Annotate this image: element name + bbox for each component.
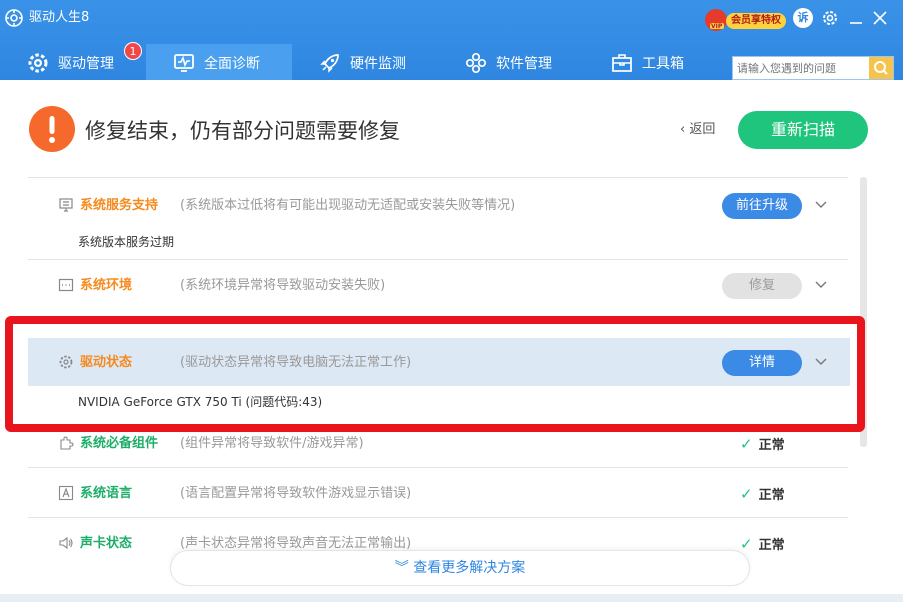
double-chevron-down-icon: ︾ [394, 560, 409, 576]
search-box [732, 56, 894, 80]
puzzle-icon [60, 436, 74, 450]
rescan-button[interactable]: 重新扫描 [738, 111, 868, 149]
nav-item-driver-management[interactable]: 驱动管理 1 [0, 42, 146, 80]
row-name: 驱动状态 [80, 355, 133, 370]
app-logo-icon [5, 9, 23, 27]
minimize-icon[interactable] [846, 8, 866, 28]
more-solutions-label: 查看更多解决方案 [413, 560, 526, 576]
row-description: (系统环境异常将导致驱动安装失败) [180, 278, 386, 293]
row-name: 声卡状态 [80, 536, 133, 551]
back-label: 返回 [689, 122, 716, 137]
speaker-icon [59, 536, 73, 550]
nav-item-label: 驱动管理 [58, 56, 114, 72]
row-name: 系统服务支持 [80, 198, 159, 213]
warning-icon [29, 106, 75, 152]
vip-badge[interactable]: VIP 会员享特权 [704, 8, 786, 32]
repair-button[interactable]: 修复 [722, 273, 802, 299]
apps-icon [465, 52, 487, 74]
upgrade-button[interactable]: 前往升级 [722, 193, 802, 219]
feedback-button[interactable]: 诉 [793, 8, 813, 28]
status-label: 正常 [758, 488, 785, 503]
nav-item-label: 全面诊断 [204, 56, 260, 72]
check-icon: ✓ [740, 435, 753, 453]
diagnosis-row-system-service: 系统服务支持 (系统版本过低将有可能出现驱动无适配或安装失败等情况) 前往升级 [28, 180, 850, 230]
check-icon: ✓ [740, 485, 753, 503]
more-solutions-button[interactable]: ︾ 查看更多解决方案 [170, 550, 750, 586]
search-input[interactable] [733, 57, 869, 79]
service-icon [59, 198, 73, 212]
toolbox-icon [612, 54, 632, 72]
row-description: (语言配置异常将导致软件游戏显示错误) [180, 486, 412, 501]
title-bar: 驱动人生8 VIP 会员享特权 诉 [0, 0, 903, 36]
row-description: (驱动状态异常将导致电脑无法正常工作) [180, 355, 412, 370]
nav-item-label: 工具箱 [642, 56, 684, 72]
check-icon: ✓ [740, 535, 753, 553]
row-name: 系统必备组件 [80, 436, 159, 451]
search-button[interactable] [869, 57, 893, 79]
vip-label: 会员享特权 [726, 13, 786, 29]
scrollbar[interactable] [860, 177, 867, 447]
diagnosis-row-system-components: 系统必备组件 (组件异常将导致软件/游戏异常) ✓ 正常 [28, 418, 850, 468]
chevron-left-icon: ‹ [680, 122, 690, 137]
monitor-pulse-icon [174, 54, 194, 72]
status-ok: ✓ 正常 [740, 486, 785, 504]
nav-item-software-management[interactable]: 软件管理 [438, 44, 584, 80]
back-link[interactable]: ‹ 返回 [680, 122, 715, 138]
svg-text:VIP: VIP [711, 23, 723, 30]
row-description: (系统版本过低将有可能出现驱动无适配或安装失败等情况) [180, 198, 516, 213]
nav-item-label: 软件管理 [496, 56, 552, 72]
bottom-bar [0, 594, 903, 602]
row-detail: 系统版本服务过期 [78, 235, 175, 249]
status-ok: ✓ 正常 [740, 536, 785, 554]
status-ok: ✓ 正常 [740, 436, 785, 454]
nav-item-hardware-monitor[interactable]: 硬件监测 [292, 44, 438, 80]
chevron-down-icon[interactable] [814, 355, 828, 369]
status-label: 正常 [758, 438, 785, 453]
chevron-down-icon[interactable] [814, 198, 828, 212]
divider [28, 177, 848, 178]
nav-item-toolbox[interactable]: 工具箱 [584, 44, 730, 80]
gear-icon [59, 355, 73, 369]
rocket-icon [320, 54, 339, 73]
diagnosis-row-driver-status: 驱动状态 (驱动状态异常将导致电脑无法正常工作) 详情 [28, 338, 850, 386]
status-label: 正常 [758, 538, 785, 553]
details-button[interactable]: 详情 [722, 350, 802, 376]
result-title: 修复结束，仍有部分问题需要修复 [85, 119, 400, 143]
chevron-down-icon[interactable] [814, 278, 828, 292]
app-window: 驱动人生8 VIP 会员享特权 诉 驱动管理 1 全面诊断 硬件监测 软件管理 … [0, 0, 903, 602]
settings-gear-icon[interactable] [820, 8, 840, 28]
row-detail: NVIDIA GeForce GTX 750 Ti (问题代码:43) [78, 395, 323, 409]
window-icon [58, 278, 74, 292]
nav-item-full-diagnosis[interactable]: 全面诊断 [146, 44, 292, 80]
language-icon [58, 485, 74, 501]
close-icon[interactable] [870, 8, 890, 28]
notification-badge: 1 [124, 42, 142, 60]
gear-icon [28, 53, 48, 73]
search-icon [874, 61, 888, 75]
diagnosis-row-system-language: 系统语言 (语言配置异常将导致软件游戏显示错误) ✓ 正常 [28, 468, 850, 518]
row-detail: DirectX 缺失 [78, 316, 150, 324]
header: 驱动人生8 VIP 会员享特权 诉 驱动管理 1 全面诊断 硬件监测 软件管理 … [0, 0, 903, 80]
row-name: 系统环境 [80, 278, 133, 293]
row-description: (组件异常将导致软件/游戏异常) [180, 436, 364, 451]
nav-item-label: 硬件监测 [350, 56, 406, 72]
diagnosis-row-system-environment: 系统环境 (系统环境异常将导致驱动安装失败) 修复 [28, 260, 850, 310]
app-title: 驱动人生8 [29, 10, 90, 25]
row-name: 系统语言 [80, 486, 133, 501]
